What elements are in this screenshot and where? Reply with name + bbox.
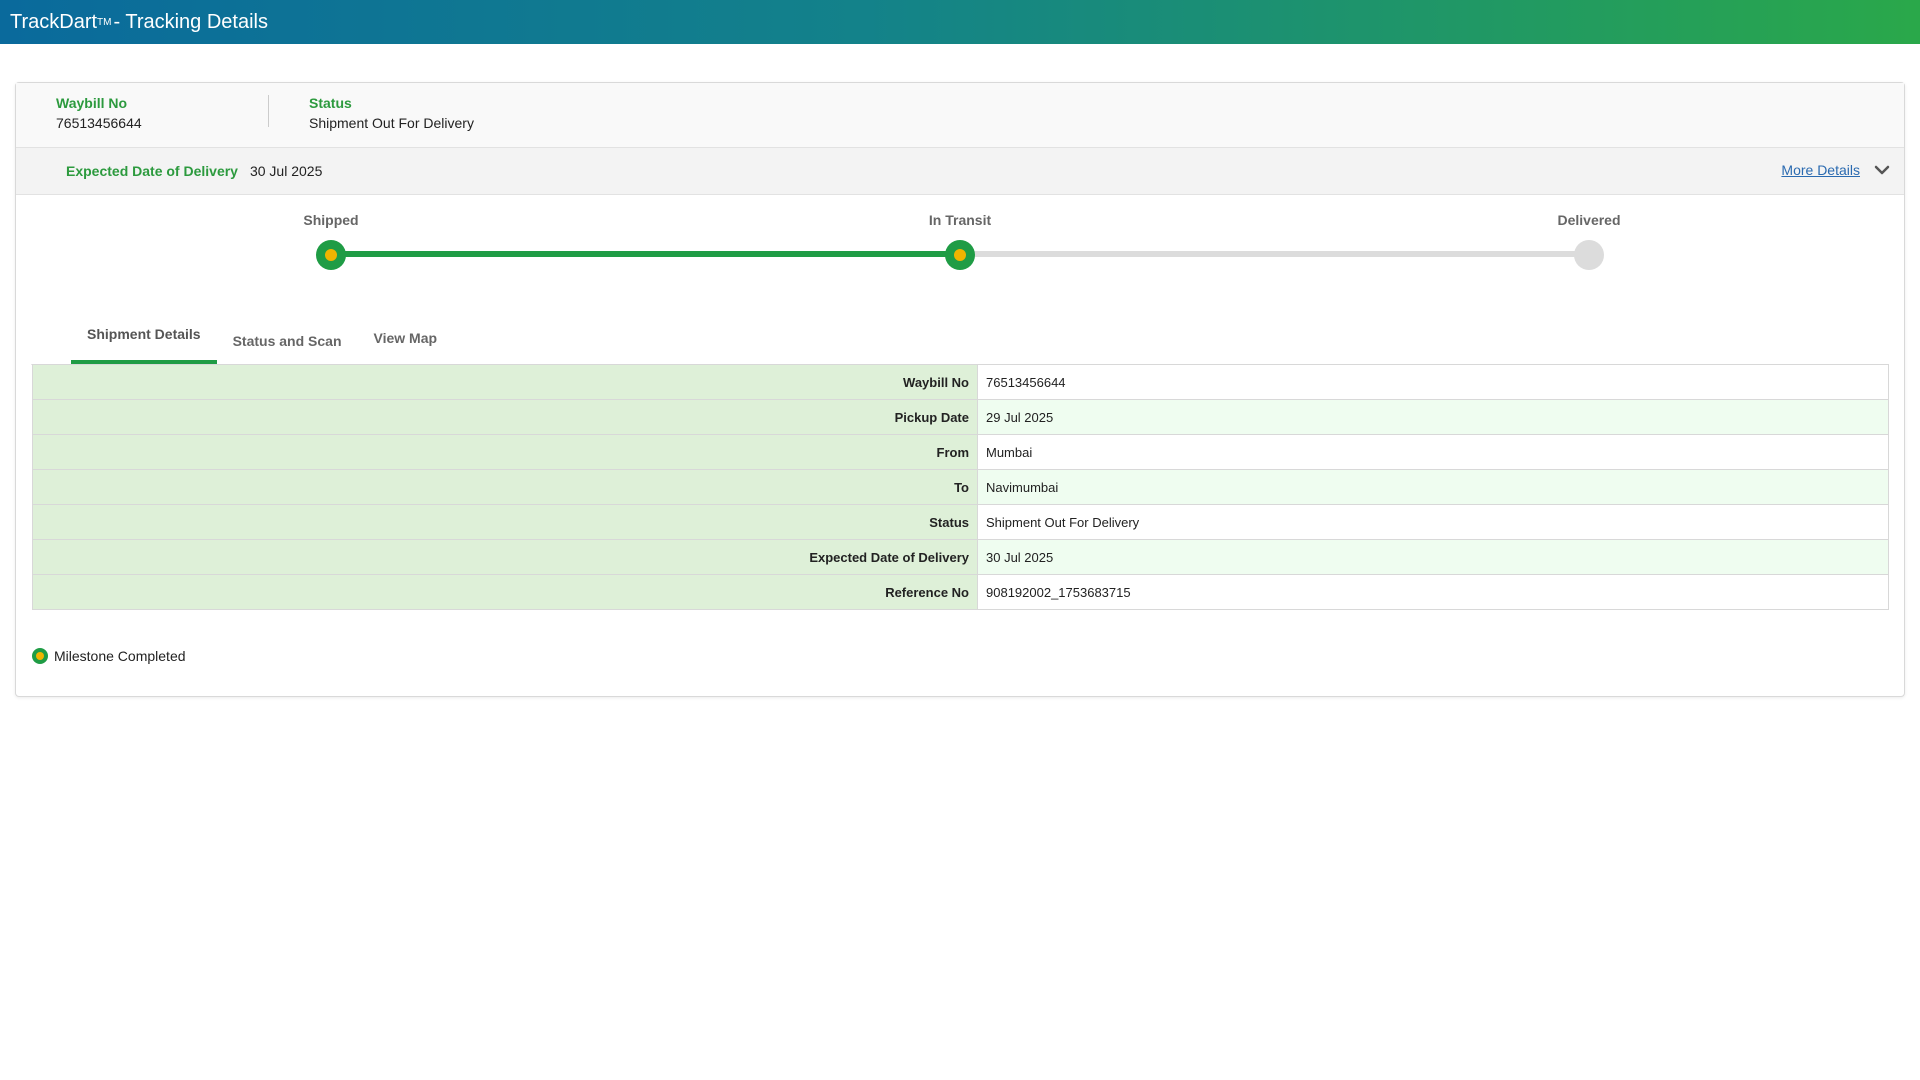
detail-key: From (32, 434, 978, 470)
trademark-mark: TM (97, 16, 112, 28)
table-row: Reference No 908192002_1753683715 (32, 574, 1889, 610)
milestone-dot-icon (32, 648, 48, 664)
brand-name: TrackDart (10, 10, 98, 33)
detail-key: Expected Date of Delivery (32, 539, 978, 575)
table-row: To Navimumbai (32, 469, 1889, 505)
milestone-node-icon (1574, 240, 1604, 270)
table-row: Expected Date of Delivery 30 Jul 2025 (32, 539, 1889, 575)
milestone-progress: Shipped In Transit Delivered (16, 195, 1904, 305)
shipment-summary: Waybill No 76513456644 Status Shipment O… (16, 83, 1904, 148)
app-header: TrackDart TM - Tracking Details (0, 0, 1920, 44)
summary-waybill-label: Waybill No (56, 95, 128, 111)
page-title: - Tracking Details (113, 10, 269, 33)
detail-value: Navimumbai (977, 469, 1889, 505)
summary-status: Status Shipment Out For Delivery (269, 95, 474, 131)
stage-label-delivered: Delivered (1557, 212, 1621, 228)
stage-label-in-transit: In Transit (928, 212, 992, 228)
detail-key: Reference No (32, 574, 978, 610)
detail-value: 30 Jul 2025 (977, 539, 1889, 575)
detail-key: Status (32, 504, 978, 540)
detail-value: 76513456644 (977, 364, 1889, 400)
expected-delivery-bar: Expected Date of Delivery 30 Jul 2025 Mo… (16, 148, 1904, 195)
detail-key: Pickup Date (32, 399, 978, 435)
stage-label-shipped: Shipped (303, 212, 359, 228)
tab-shipment-details[interactable]: Shipment Details (71, 326, 217, 364)
milestone-node-icon (945, 240, 975, 270)
milestone-node-icon (316, 240, 346, 270)
detail-key: Waybill No (32, 364, 978, 400)
detail-value: Mumbai (977, 434, 1889, 470)
legend-label: Milestone Completed (54, 648, 186, 664)
tab-status-and-scan[interactable]: Status and Scan (217, 333, 358, 364)
more-details-link[interactable]: More Details (1781, 162, 1860, 178)
summary-waybill: Waybill No 76513456644 (16, 95, 269, 131)
summary-status-label: Status (309, 95, 352, 111)
table-row: Waybill No 76513456644 (32, 364, 1889, 400)
details-tabs: Shipment Details Status and Scan View Ma… (31, 304, 1886, 365)
table-row: Pickup Date 29 Jul 2025 (32, 399, 1889, 435)
table-row: From Mumbai (32, 434, 1889, 470)
detail-value: 29 Jul 2025 (977, 399, 1889, 435)
summary-status-value: Shipment Out For Delivery (309, 115, 474, 131)
legend: Milestone Completed (32, 648, 186, 664)
chevron-down-icon[interactable] (1872, 160, 1892, 180)
tab-view-map[interactable]: View Map (358, 330, 454, 364)
shipment-details-table: Waybill No 76513456644 Pickup Date 29 Jul … (32, 364, 1889, 610)
detail-key: To (32, 469, 978, 505)
detail-value: Shipment Out For Delivery (977, 504, 1889, 540)
progress-fill (331, 251, 960, 257)
table-row: Status Shipment Out For Delivery (32, 504, 1889, 540)
summary-waybill-value: 76513456644 (56, 115, 142, 131)
tracking-card: Waybill No 76513456644 Status Shipment O… (15, 82, 1905, 697)
edd-value: 30 Jul 2025 (249, 163, 323, 179)
detail-value: 908192002_1753683715 (977, 574, 1889, 610)
edd-label: Expected Date of Delivery (66, 163, 238, 179)
